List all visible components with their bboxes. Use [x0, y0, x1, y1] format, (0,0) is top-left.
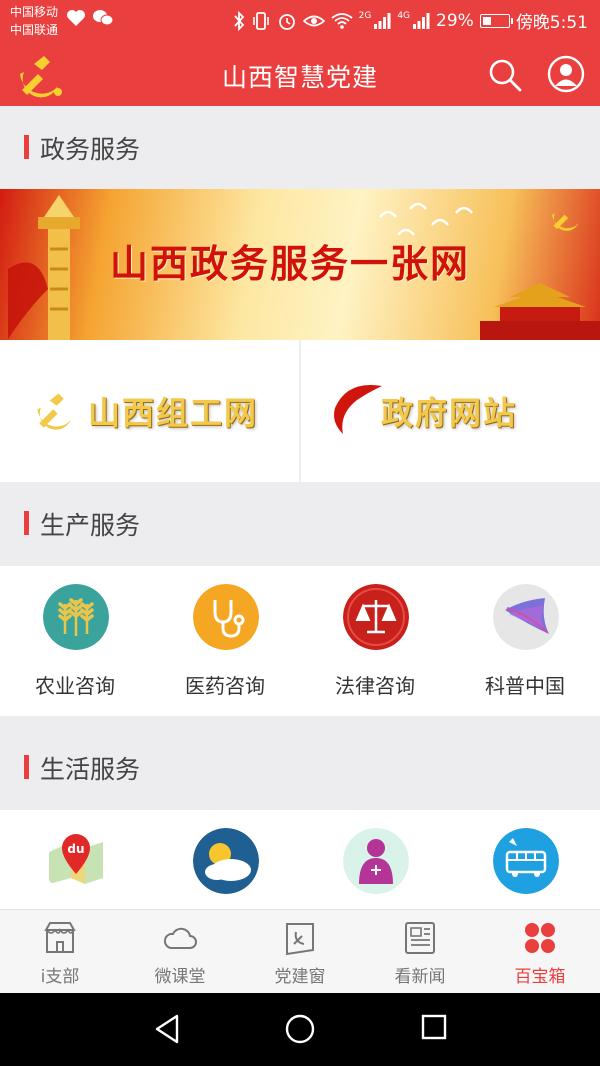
nav-label: 党建窗 — [274, 967, 326, 987]
tile-label: 政府网站 — [381, 394, 518, 432]
tile-gov-website[interactable]: 政府网站 — [301, 340, 600, 482]
item-label: 农业咨询 — [35, 674, 115, 698]
tiananmen-icon — [480, 283, 600, 340]
section-title-gov: 政务服务 — [40, 135, 141, 164]
pillar-decoration-icon — [8, 195, 80, 340]
home-icon[interactable] — [284, 1013, 316, 1045]
stethoscope-icon — [193, 584, 259, 650]
kepu-logo-icon — [493, 584, 559, 650]
banner-title: 山西政务服务一张网 — [110, 241, 471, 286]
app-header: 山西智慧党建 — [0, 44, 600, 106]
clock: 傍晚5:51 — [515, 13, 588, 33]
wheat-icon — [43, 584, 109, 650]
item-label: 法律咨询 — [335, 674, 415, 698]
carrier-2: 中国联通 — [10, 23, 59, 37]
item-unicom[interactable] — [300, 810, 450, 909]
battery-icon — [479, 13, 513, 28]
system-nav-bar — [0, 993, 600, 1066]
search-icon[interactable] — [486, 56, 524, 94]
item-medicine[interactable]: 医药咨询 — [150, 566, 300, 716]
tile-shanxi-zugong[interactable]: 山西组工网 — [0, 340, 299, 482]
wifi-icon — [331, 12, 353, 29]
nav-label: i支部 — [40, 967, 80, 987]
carrier-1: 中国移动 — [10, 5, 59, 19]
newspaper-icon — [405, 922, 435, 954]
vibrate-icon — [252, 11, 269, 30]
signal-1-icon — [374, 12, 391, 29]
item-law[interactable]: 法律咨询 — [300, 566, 450, 716]
signal-2-icon — [413, 12, 430, 29]
heart-icon — [67, 10, 85, 26]
carrier-info: 中国移动 中国联通 — [10, 3, 58, 39]
alarm-icon — [278, 13, 295, 30]
item-label: 科普中国 — [485, 674, 565, 698]
bus-icon — [493, 828, 559, 894]
bottom-nav: i支部 微课堂 党建窗 看新闻 百宝箱 — [0, 909, 600, 993]
section-header-gov: 政务服务 — [0, 106, 600, 186]
production-grid: 农业咨询 医药咨询 法律咨询 科普中国 — [0, 566, 600, 716]
item-label: 医药咨询 — [185, 674, 265, 698]
banner-emblem-icon — [552, 213, 579, 231]
item-agriculture[interactable]: 农业咨询 — [0, 566, 150, 716]
wechat-icon — [93, 10, 114, 26]
status-bar: 中国移动 中国联通 2G 4G 29% 傍晚5:51 — [0, 0, 600, 44]
item-weather[interactable] — [150, 810, 300, 909]
nav-label: 百宝箱 — [514, 967, 566, 987]
signal-2-label: 4G — [397, 10, 411, 21]
status-icons: 2G 4G 29% 傍晚5:51 — [233, 8, 588, 33]
cloud-icon — [163, 927, 197, 949]
signal-1-label: 2G — [358, 10, 372, 21]
section-accent-bar — [24, 511, 29, 535]
nav-ibranch[interactable]: i支部 — [0, 910, 120, 994]
section-accent-bar — [24, 755, 29, 779]
store-icon — [44, 922, 76, 953]
section-header-life: 生活服务 — [0, 726, 600, 806]
bluetooth-icon — [233, 10, 244, 31]
section-title-life: 生活服务 — [40, 755, 141, 784]
baidu-map-icon: du — [49, 834, 103, 884]
gov-service-banner[interactable]: 山西政务服务一张网 — [0, 189, 600, 340]
item-bus[interactable] — [450, 810, 600, 909]
notification-icons — [66, 9, 114, 27]
party-flag-icon — [286, 923, 314, 956]
unicom-icon — [343, 828, 409, 894]
scales-icon — [343, 584, 409, 650]
life-grid: du — [0, 810, 600, 909]
svg-text:du: du — [67, 842, 84, 856]
ribbon-logo-icon — [334, 384, 382, 434]
section-accent-bar — [24, 135, 29, 159]
party-emblem-icon — [37, 393, 71, 430]
section-header-production: 生产服务 — [0, 482, 600, 562]
nav-party-window[interactable]: 党建窗 — [240, 910, 360, 994]
grid-dots-icon — [525, 923, 555, 953]
nav-label: 微课堂 — [154, 967, 206, 987]
section-title-production: 生产服务 — [40, 511, 141, 540]
nav-news[interactable]: 看新闻 — [360, 910, 480, 994]
nav-toolbox[interactable]: 百宝箱 — [480, 910, 600, 994]
weather-icon — [193, 828, 259, 894]
battery-percent: 29% — [436, 10, 474, 31]
tile-label: 山西组工网 — [88, 394, 259, 432]
recents-icon[interactable] — [420, 1013, 448, 1041]
nav-label: 看新闻 — [394, 967, 446, 987]
eye-icon — [302, 15, 325, 26]
gov-link-tiles: 山西组工网 政府网站 — [0, 340, 600, 482]
nav-microclass[interactable]: 微课堂 — [120, 910, 240, 994]
back-icon[interactable] — [152, 1013, 182, 1045]
user-profile-icon[interactable] — [547, 55, 585, 93]
item-baidu-map[interactable]: du — [0, 810, 150, 909]
item-kepu[interactable]: 科普中国 — [450, 566, 600, 716]
